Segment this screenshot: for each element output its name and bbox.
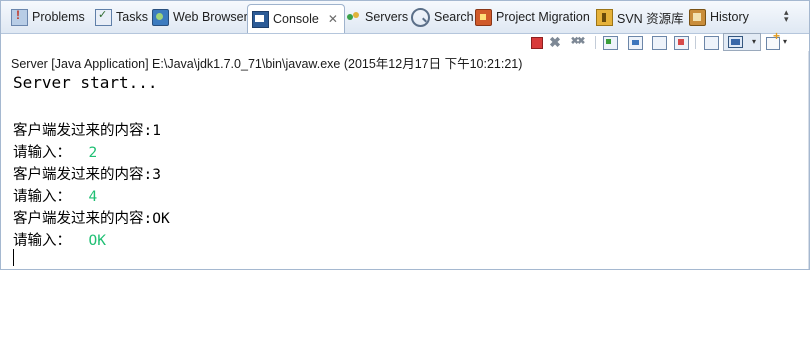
console-process-label: Server [Java Application] E:\Java\jdk1.7… <box>11 57 523 71</box>
tab-label: History <box>710 10 749 24</box>
input-prompt: 请输入： <box>13 233 71 249</box>
console-output[interactable]: Server start... 客户端发过来的内容:1 请输入： 2 客户端发过… <box>13 73 170 339</box>
tab-label: Web Browser <box>173 10 248 24</box>
received-label: 客户端发过来的内容: <box>13 123 153 139</box>
tab-label: Servers <box>365 10 409 24</box>
console-toolbar: ✖ ✖✖ ▾ ▾ <box>1 29 809 51</box>
display-console-icon[interactable] <box>728 36 743 48</box>
tab-label: Console <box>273 12 319 26</box>
servers-icon <box>346 10 361 25</box>
word-wrap-icon[interactable] <box>652 36 667 50</box>
history-icon <box>689 8 706 26</box>
scroll-lock-icon[interactable] <box>603 36 618 50</box>
console-line: 客户端发过来的内容:1 <box>13 119 161 140</box>
text-caret <box>13 249 14 266</box>
view-menu-icon[interactable]: ▴ ▾ <box>784 8 796 24</box>
toolbar-separator <box>695 36 696 49</box>
tab-search[interactable]: Search <box>411 6 474 28</box>
show-stderr-icon[interactable] <box>674 36 689 50</box>
remove-all-terminated-icon[interactable]: ✖✖ <box>567 34 587 50</box>
console-scroll-edge[interactable] <box>808 51 809 269</box>
console-view: Problems Tasks Web Browser Console ✕ Ser… <box>0 0 810 270</box>
terminate-icon[interactable] <box>531 37 543 49</box>
console-line: Server start... <box>13 73 158 92</box>
input-prompt: 请输入： <box>13 189 71 205</box>
input-prompt: 请输入： <box>13 145 71 161</box>
web-browser-icon <box>152 8 169 26</box>
chevron-down-icon[interactable]: ▾ <box>749 34 759 50</box>
console-line: 请输入： 4 <box>13 185 97 206</box>
tab-web-browser[interactable]: Web Browser <box>152 6 248 28</box>
show-stdout-icon[interactable] <box>628 36 643 50</box>
close-icon[interactable]: ✕ <box>328 12 338 26</box>
search-icon <box>411 7 430 27</box>
tab-label: Problems <box>32 10 85 24</box>
pin-console-icon[interactable] <box>704 36 719 50</box>
project-migration-icon <box>475 8 492 26</box>
console-line: 客户端发过来的内容:3 <box>13 163 161 184</box>
tasks-icon <box>95 8 112 26</box>
chevron-down-icon[interactable]: ▾ <box>780 34 790 50</box>
user-input: OK <box>88 233 106 249</box>
received-value: 3 <box>152 167 161 183</box>
tab-history[interactable]: History <box>689 6 749 28</box>
console-line: 客户端发过来的内容:OK <box>13 207 170 228</box>
tab-label: Search <box>434 10 474 24</box>
console-line: 请输入： 2 <box>13 141 97 162</box>
tab-label: Project Migration <box>496 10 590 24</box>
console-icon <box>252 10 269 28</box>
tab-svn-repository[interactable]: SVN 资源库 <box>596 6 684 28</box>
tab-label: SVN 资源库 <box>617 11 684 26</box>
remove-launch-icon[interactable]: ✖ <box>547 34 563 50</box>
user-input: 2 <box>88 145 98 161</box>
svn-repository-icon <box>596 8 613 26</box>
received-label: 客户端发过来的内容: <box>13 211 153 227</box>
received-value: OK <box>152 211 170 227</box>
problems-icon <box>11 8 28 26</box>
received-value: 1 <box>152 123 161 139</box>
received-label: 客户端发过来的内容: <box>13 167 153 183</box>
tab-label: Tasks <box>116 10 148 24</box>
user-input: 4 <box>88 189 98 205</box>
tab-tasks[interactable]: Tasks <box>95 6 148 28</box>
new-console-icon[interactable] <box>766 29 780 50</box>
view-tab-bar: Problems Tasks Web Browser Console ✕ Ser… <box>1 1 809 34</box>
toolbar-separator <box>595 36 596 49</box>
console-line: 请输入： OK <box>13 229 106 250</box>
tab-servers[interactable]: Servers <box>346 6 408 28</box>
tab-console[interactable]: Console ✕ <box>247 4 345 33</box>
tab-project-migration[interactable]: Project Migration <box>475 6 590 28</box>
tab-problems[interactable]: Problems <box>11 6 85 28</box>
